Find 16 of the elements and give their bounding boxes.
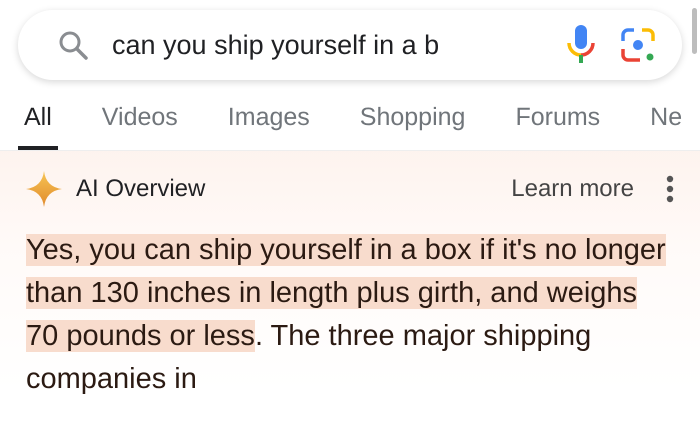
tab[interactable]: Forums — [509, 102, 606, 150]
tab[interactable]: Videos — [96, 102, 184, 150]
answer-text: Yes, you can ship yourself in a box if it's no longer than 130 inches in length plus girth, and weighs 70 pounds or less. The three major shipping companies in — [26, 233, 667, 397]
tab[interactable]: Images — [222, 102, 316, 150]
search-icon — [58, 30, 88, 60]
search-field[interactable]: can you ship yourself in a b — [18, 10, 682, 80]
camera-icon[interactable] — [620, 27, 656, 63]
learn-more-link[interactable]: Learn more — [511, 175, 634, 203]
more-options-icon[interactable] — [666, 175, 674, 203]
tab[interactable]: Shopping — [354, 102, 472, 150]
tab[interactable]: Ne — [644, 102, 688, 150]
microphone-icon[interactable] — [566, 25, 596, 65]
scrollbar[interactable] — [692, 8, 697, 54]
search-input[interactable]: can you ship yourself in a b — [112, 30, 542, 60]
sparkle-icon — [26, 171, 62, 207]
section-title: AI Overview — [76, 175, 206, 203]
